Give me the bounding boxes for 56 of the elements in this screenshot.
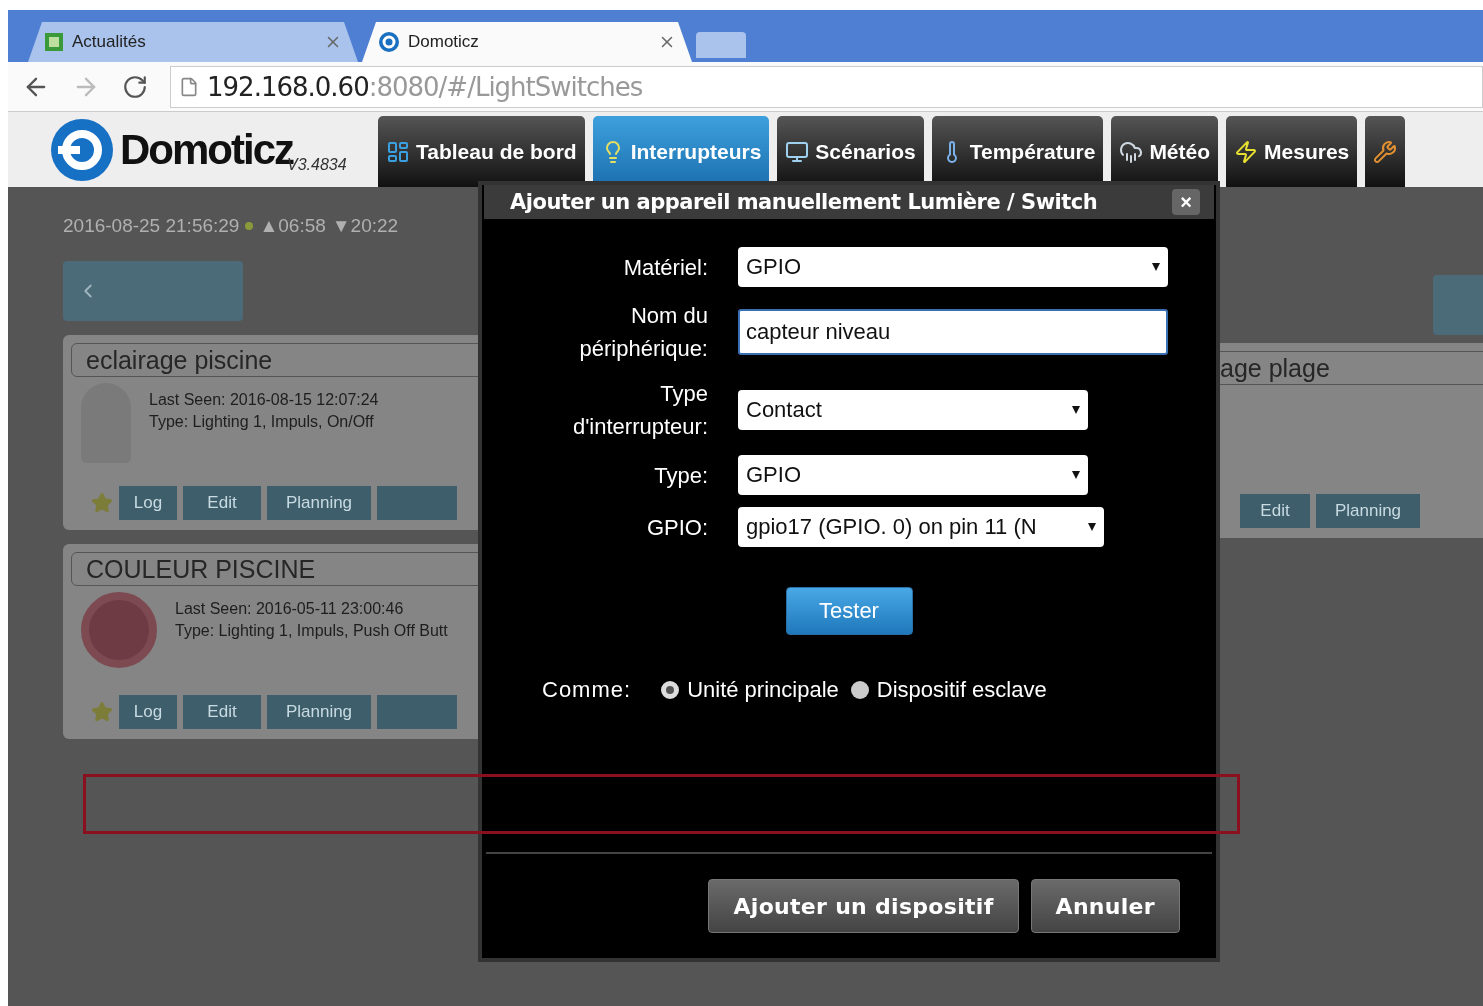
field-label: Matériel: <box>623 253 708 282</box>
logo-icon <box>50 117 114 182</box>
device-button[interactable]: Edit <box>1240 494 1310 528</box>
nav-tab[interactable]: Mesures <box>1226 116 1358 187</box>
device-button[interactable]: Edit <box>183 695 261 729</box>
wrench-icon <box>1373 139 1398 164</box>
nav-tab[interactable]: Tableau de bord <box>378 116 585 187</box>
radio-option[interactable]: Dispositif esclave <box>850 677 1047 703</box>
address-field[interactable]: 192.168.0.60:8080/#/LightSwitches <box>170 65 1483 108</box>
select-field[interactable]: Contact <box>738 390 1088 430</box>
close-button[interactable]: × <box>1172 189 1200 215</box>
news-icon <box>44 32 64 52</box>
new-tab-button[interactable] <box>696 32 746 58</box>
select-field[interactable]: GPIO <box>738 247 1168 287</box>
field-label: Comme: <box>542 677 632 703</box>
device-button[interactable]: Planning <box>267 695 371 729</box>
cloud-icon <box>1119 139 1144 164</box>
device-button[interactable]: Planning <box>1316 494 1420 528</box>
field-label: Type: <box>654 461 708 490</box>
field-label: GPIO: <box>646 513 708 542</box>
back-button[interactable] <box>63 261 243 321</box>
device-button[interactable] <box>377 695 457 729</box>
star-icon[interactable] <box>91 701 113 723</box>
device-title: eclairage piscine <box>71 343 478 377</box>
add-button[interactable]: Ajouter un dispositif <box>708 879 1019 933</box>
star-icon[interactable] <box>91 492 113 514</box>
nav-tab[interactable] <box>1365 116 1406 187</box>
browser-tab[interactable]: Actualités <box>28 22 358 62</box>
side-button[interactable] <box>1433 275 1483 335</box>
field-label: Nom du périphérique: <box>578 302 708 363</box>
cancel-button[interactable]: Annuler <box>1030 879 1180 933</box>
last-seen-text: Last Seen: 2016-08-15 12:07:24 <box>149 391 379 409</box>
dialog-title: Ajouter un appareil manuellement Lumière / Switch <box>510 190 1098 214</box>
dashboard-icon <box>386 139 410 164</box>
input-field[interactable]: capteur niveau <box>738 309 1168 355</box>
field-label: Type d'interrupteur: <box>571 380 708 441</box>
device-button[interactable]: Log <box>119 695 177 729</box>
radio-option[interactable]: Unité principale <box>661 677 839 703</box>
type-text: Type: Lighting 1, Impuls, Push Off Butt <box>175 622 448 640</box>
date-time-text: 2016-08-25 21:56:29 ▲06:58 ▼20:22 <box>63 215 400 237</box>
select-field[interactable]: GPIO <box>738 455 1088 495</box>
device-button[interactable]: Planning <box>267 486 371 520</box>
device-button[interactable]: Edit <box>183 486 261 520</box>
device-title: COULEUR PISCINE <box>71 552 478 586</box>
browser-tab[interactable]: Domoticz <box>362 22 692 62</box>
logo-icon <box>378 31 400 53</box>
reload-icon[interactable] <box>122 73 148 100</box>
lightning-icon <box>1234 139 1259 164</box>
device-button[interactable] <box>377 486 457 520</box>
device-title: age plage <box>1220 351 1483 385</box>
device-button[interactable]: Log <box>119 486 177 520</box>
last-seen-text: Last Seen: 2016-05-11 23:00:46 <box>175 600 405 618</box>
type-text: Type: Lighting 1, Impuls, On/Off <box>149 413 375 431</box>
select-field[interactable]: gpio17 (GPIO. 0) on pin 11 (N <box>738 507 1104 547</box>
monitor-icon <box>785 139 810 164</box>
page-icon <box>179 76 199 97</box>
